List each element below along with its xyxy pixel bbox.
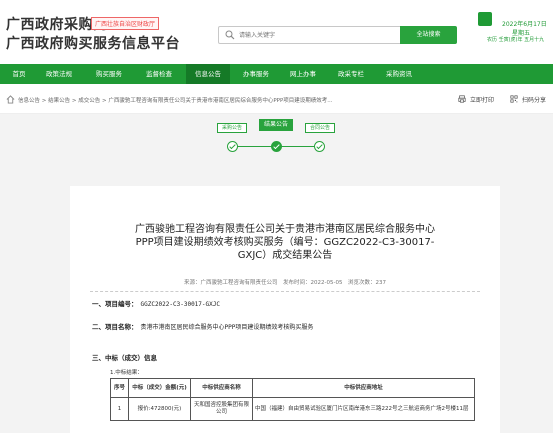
step-dot-2 — [271, 141, 282, 152]
project-name-value: 贵港市港南区居民综合服务中心PPP项目建设期绩效考核购买服务 — [140, 324, 314, 331]
article-meta: 来源：广西骏驰工程咨询有限责任公司 发布时间：2022-05-05 浏览次数：2… — [184, 280, 386, 286]
nav-item-column[interactable]: 政采专栏 — [330, 64, 372, 84]
section-award-info-label: 三、中标（成交）信息 — [92, 354, 157, 362]
site-header: 广西政府采购网 广西壮族自治区财政厅 广西政府购买服务信息平台 全站搜索 202… — [0, 0, 553, 64]
article-title: 广西骏驰工程咨询有限责任公司关于贵港市港南区居民综合服务中心 PPP项目建设期绩… — [70, 223, 500, 262]
print-icon[interactable] — [458, 95, 466, 103]
nav-item-news[interactable]: 采购资讯 — [378, 64, 420, 84]
announcement-article: 广西骏驰工程咨询有限责任公司关于贵港市港南区居民综合服务中心 PPP项目建设期绩… — [70, 186, 500, 433]
date-block: 2022年6月17日 星期五 农历 壬寅(虎)年 五月十九 — [478, 6, 553, 56]
search-input[interactable] — [239, 28, 399, 42]
article-divider — [90, 291, 480, 292]
step-result-notice[interactable]: 结果公告 — [259, 119, 293, 131]
breadcrumb-bar: 信息公告 > 结果公告 > 成交公告 > 广西骏驰工程咨询有限责任公司关于贵港市… — [0, 84, 553, 114]
search-box: 全站搜索 — [218, 26, 457, 44]
cell-amount: 报价:472800(元) — [128, 397, 191, 421]
date-lunar: 农历 壬寅(虎)年 五月十九 — [487, 37, 545, 43]
step-procurement-notice[interactable]: 采购公告 — [217, 123, 247, 133]
table-header-row: 序号 中标（成交）金额(元) 中标供应商名称 中标供应商地址 — [110, 378, 475, 398]
site-badge: 广西壮族自治区财政厅 — [91, 17, 160, 30]
main-nav: 首页 政策法规 购买服务 监督检查 信息公告 办事服务 网上办事 政采专栏 采购… — [0, 64, 553, 84]
article-title-line-2: PPP项目建设期绩效考核购买服务（编号：GGZC2022-C3-30017- — [135, 237, 435, 248]
check-icon — [316, 142, 323, 150]
col-header-amount: 中标（成交）金额(元) — [128, 378, 191, 398]
nav-item-policy[interactable]: 政策法规 — [38, 64, 80, 84]
step-dot-1 — [227, 141, 238, 152]
cell-no: 1 — [110, 397, 129, 421]
qrcode-icon[interactable] — [510, 95, 518, 103]
cell-supplier-address: 中国（福建）自由贸易试验区厦门片区南岸港东三路222号之三航运商务广场2号楼11… — [252, 397, 475, 421]
col-header-supplier-name: 中标供应商名称 — [190, 378, 253, 398]
print-button[interactable]: 立即打印 — [470, 95, 494, 104]
article-title-line-3: GXJC）成交结果公告 — [237, 250, 333, 261]
site-search-button[interactable]: 全站搜索 — [400, 26, 457, 44]
section-project-name: 二、项目名称： 贵港市港南区居民综合服务中心PPP项目建设期绩效考核购买服务 — [92, 321, 313, 331]
project-number-value: GGZC2022-C3-30017-GXJC — [140, 301, 220, 308]
award-result-label: 1.中标结果： — [110, 370, 143, 376]
nav-item-supervision[interactable]: 监督检查 — [138, 64, 180, 84]
nav-item-purchase-service[interactable]: 购买服务 — [88, 64, 130, 84]
cell-supplier-name: 天和国咨控股集团有限公司 — [190, 397, 253, 421]
share-button[interactable]: 扫码分享 — [522, 95, 546, 104]
date-gregorian: 2022年6月17日 — [502, 21, 547, 28]
nav-item-announcements[interactable]: 信息公告 — [186, 64, 230, 84]
site-title-platform[interactable]: 广西政府购买服务信息平台 — [6, 33, 180, 53]
step-contract-notice[interactable]: 合同公告 — [305, 123, 335, 133]
nav-item-services[interactable]: 办事服务 — [235, 64, 277, 84]
home-icon — [6, 95, 15, 104]
section-project-name-label: 二、项目名称： — [92, 323, 138, 331]
section-project-number: 一、项目编号： GGZC2022-C3-30017-GXJC — [92, 298, 220, 308]
award-result-table: 序号 中标（成交）金额(元) 中标供应商名称 中标供应商地址 1 报价:4728… — [110, 378, 475, 421]
nav-item-home[interactable]: 首页 — [4, 64, 34, 84]
section-award-info: 三、中标（成交）信息 — [92, 352, 157, 362]
calendar-icon — [478, 12, 492, 26]
col-header-no: 序号 — [110, 378, 129, 398]
check-icon — [273, 142, 280, 150]
nav-item-online[interactable]: 网上办事 — [282, 64, 324, 84]
breadcrumb[interactable]: 信息公告 > 结果公告 > 成交公告 > 广西骏驰工程咨询有限责任公司关于贵港市… — [18, 96, 333, 104]
col-header-supplier-address: 中标供应商地址 — [252, 378, 475, 398]
article-title-line-1: 广西骏驰工程咨询有限责任公司关于贵港市港南区居民综合服务中心 — [135, 224, 435, 235]
search-icon — [225, 30, 235, 40]
table-row: 1 报价:472800(元) 天和国咨控股集团有限公司 中国（福建）自由贸易试验… — [110, 397, 475, 421]
check-icon — [229, 142, 236, 150]
section-project-number-label: 一、项目编号： — [92, 300, 138, 308]
step-dot-3 — [314, 141, 325, 152]
